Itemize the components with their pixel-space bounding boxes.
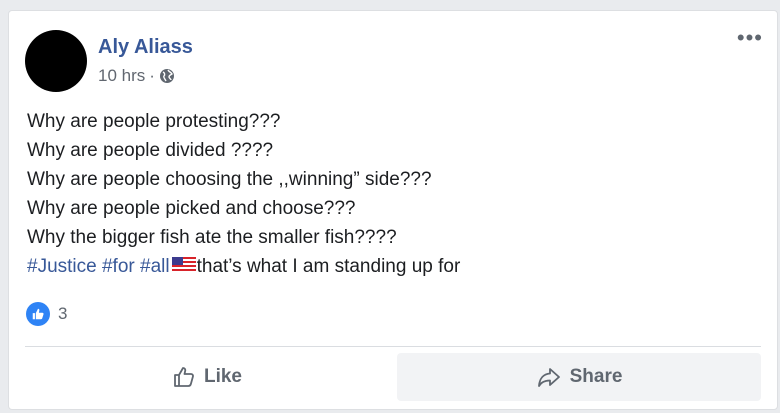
author-name[interactable]: Aly Aliass — [98, 36, 193, 59]
reaction-summary[interactable]: 3 — [26, 302, 67, 326]
post-card: Aly Aliass 10 hrs · ••• Why are people p… — [8, 10, 778, 410]
post-line: Why are people choosing the ,,winning” s… — [27, 169, 432, 190]
more-options-button[interactable]: ••• — [737, 27, 763, 49]
post-meta: 10 hrs · — [98, 66, 175, 86]
hashtag-justice[interactable]: #Justice — [27, 256, 97, 277]
us-flag-emoji-icon — [171, 253, 196, 273]
post-text: Why are people protesting??? Why are peo… — [27, 107, 761, 281]
reaction-count: 3 — [58, 304, 68, 323]
like-label: Like — [203, 366, 243, 387]
thumbs-up-icon — [174, 367, 194, 387]
hashtag-for[interactable]: #for — [102, 256, 135, 277]
divider — [25, 346, 761, 347]
hashtag-all[interactable]: #all — [140, 256, 170, 277]
post-line: Why are people protesting??? — [27, 111, 281, 132]
post-line: Why are people picked and choose??? — [27, 198, 356, 219]
action-bar: Like Share — [25, 353, 761, 401]
share-arrow-icon — [537, 368, 560, 387]
post-line: Why are people divided ???? — [27, 140, 274, 161]
post-line: Why the bigger fish ate the smaller fish… — [27, 227, 397, 248]
share-label: Share — [569, 366, 623, 387]
avatar[interactable] — [25, 30, 87, 92]
closing-text: that’s what I am standing up for — [196, 256, 461, 277]
like-button[interactable]: Like — [25, 353, 389, 401]
like-reaction-icon — [26, 302, 50, 326]
hashtag-line: #Justice #for #all that’s what I am stan… — [27, 252, 761, 281]
globe-icon[interactable] — [159, 68, 175, 84]
meta-separator: · — [149, 66, 155, 85]
post-timestamp[interactable]: 10 hrs — [98, 66, 145, 86]
share-button[interactable]: Share — [397, 353, 761, 401]
